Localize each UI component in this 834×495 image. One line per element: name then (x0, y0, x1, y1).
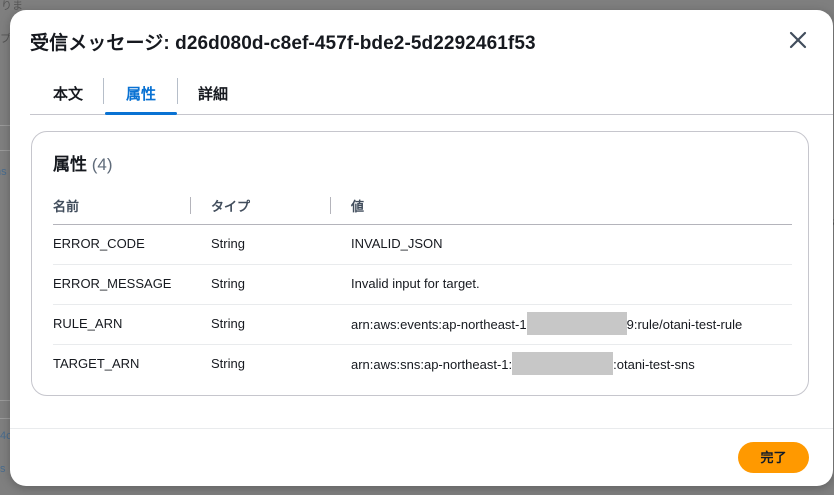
received-message-modal: 受信メッセージ: d26d080d-c8ef-457f-bde2-5d22924… (10, 10, 833, 486)
attribute-value: arn:aws:sns:ap-northeast-1: :otani-test-s… (351, 352, 695, 375)
tab-attributes[interactable]: 属性 (105, 76, 177, 115)
background-divider (0, 125, 10, 126)
column-header-type[interactable]: タイプ (211, 196, 250, 215)
attribute-name: RULE_ARN (53, 316, 123, 331)
done-button[interactable]: 完了 (738, 442, 809, 473)
value-prefix: arn:aws:sns:ap-northeast-1: (351, 356, 513, 372)
tab-divider (177, 78, 178, 104)
value-suffix: :otani-test-sns (613, 356, 695, 372)
attributes-heading: 属性 (4) (53, 150, 113, 175)
table-row: TARGET_ARN String arn:aws:sns:ap-northea… (53, 345, 792, 384)
column-resizer[interactable] (330, 197, 331, 214)
close-button[interactable] (787, 29, 809, 51)
attribute-type: String (211, 236, 245, 251)
attributes-count: (4) (91, 155, 113, 174)
column-resizer[interactable] (190, 197, 191, 214)
modal-title: 受信メッセージ: d26d080d-c8ef-457f-bde2-5d22924… (30, 33, 536, 54)
background-link-fragment: s (0, 463, 6, 475)
redaction-block (526, 312, 627, 335)
attribute-name: ERROR_CODE (53, 236, 145, 251)
column-header-value[interactable]: 値 (351, 196, 364, 215)
background-link-fragment: ns (0, 166, 7, 178)
attributes-table: 名前 タイプ 値 ERROR_CODE String INVALID_JSON … (53, 196, 792, 384)
tab-divider (103, 78, 104, 104)
tab-bar: 本文 属性 詳細 (30, 76, 833, 115)
background-divider (0, 418, 10, 419)
value-prefix: arn:aws:events:ap-northeast-1 (351, 316, 527, 332)
value-suffix: 9:rule/otani-test-rule (626, 316, 743, 332)
footer-divider (10, 428, 833, 429)
table-row: RULE_ARN String arn:aws:events:ap-northe… (53, 305, 792, 345)
attribute-value: Invalid input for target. (351, 276, 480, 291)
redaction-block (512, 352, 614, 375)
table-row: ERROR_MESSAGE String Invalid input for t… (53, 265, 792, 305)
tab-body[interactable]: 本文 (50, 76, 86, 114)
attributes-container: 属性 (4) 名前 タイプ 値 ERROR_CODE String INVALI… (31, 131, 809, 396)
tab-details[interactable]: 詳細 (195, 76, 231, 114)
table-header: 名前 タイプ 値 (53, 196, 792, 225)
table-row: ERROR_CODE String INVALID_JSON (53, 225, 792, 265)
attribute-value: INVALID_JSON (351, 236, 443, 251)
column-header-name[interactable]: 名前 (53, 196, 79, 215)
attribute-name: TARGET_ARN (53, 356, 140, 371)
attribute-type: String (211, 316, 245, 331)
background-divider (0, 150, 10, 151)
attribute-name: ERROR_MESSAGE (53, 276, 172, 291)
attributes-title: 属性 (53, 155, 87, 174)
background-divider (0, 400, 10, 401)
close-icon (789, 31, 807, 49)
attribute-value: arn:aws:events:ap-northeast-1 9:rule/otan… (351, 312, 743, 335)
attribute-type: String (211, 276, 245, 291)
attribute-type: String (211, 356, 245, 371)
